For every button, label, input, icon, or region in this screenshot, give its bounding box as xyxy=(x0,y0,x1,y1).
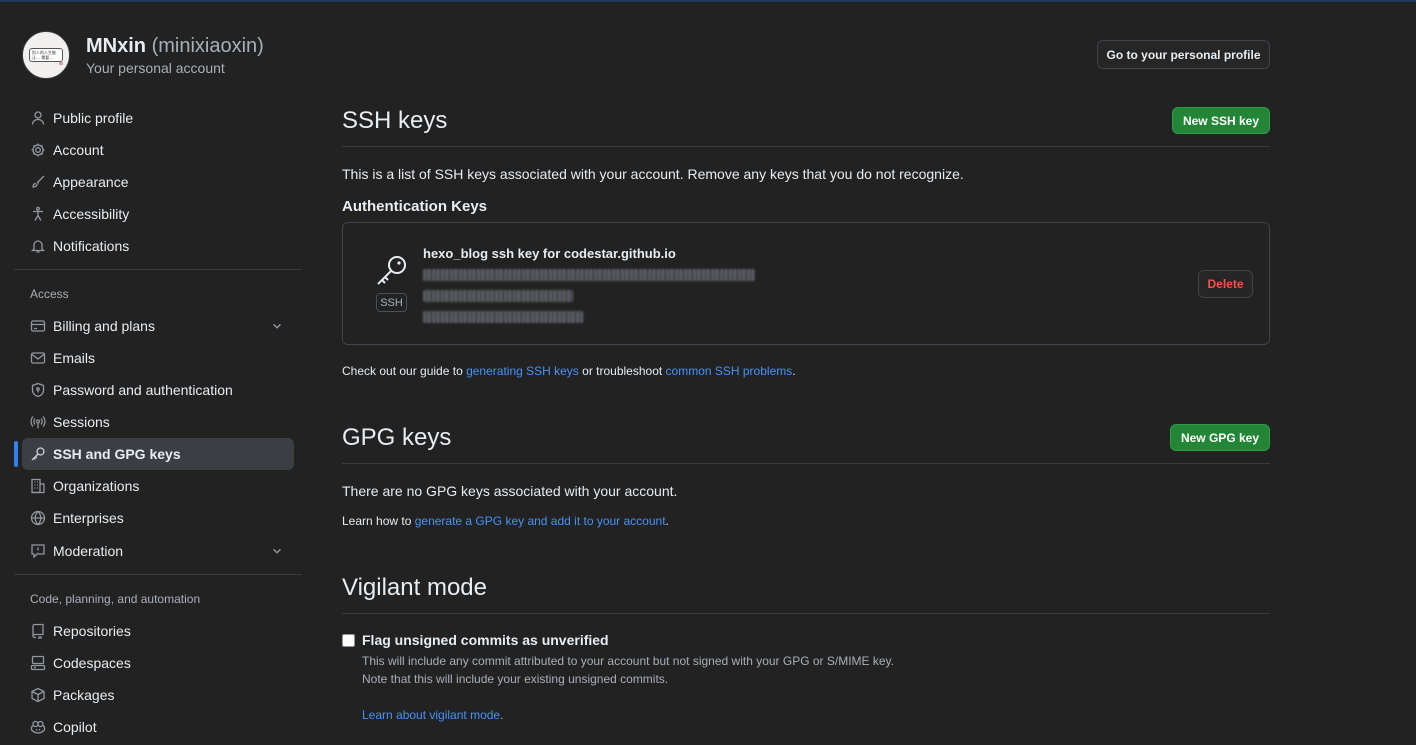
sidebar-item-copilot[interactable]: Copilot xyxy=(22,711,294,743)
avatar-text: 别人的人生能让… 需要… xyxy=(29,48,63,62)
ssh-badge: SSH xyxy=(376,293,407,312)
sidebar-item-label: Sessions xyxy=(53,414,110,430)
section-divider xyxy=(342,463,1270,464)
bell-icon xyxy=(30,238,46,254)
generating-ssh-keys-link[interactable]: generating SSH keys xyxy=(466,364,579,378)
sidebar-item-label: Billing and plans xyxy=(53,318,155,334)
sidebar-item-sessions[interactable]: Sessions xyxy=(22,406,294,438)
top-border xyxy=(0,0,1416,2)
ssh-key-title: hexo_blog ssh key for codestar.github.io xyxy=(423,246,676,261)
shield-lock-icon xyxy=(30,382,46,398)
sidebar-item-appearance[interactable]: Appearance xyxy=(22,166,294,198)
copilot-icon xyxy=(30,719,46,735)
ssh-guide-text: Check out our guide to generating SSH ke… xyxy=(342,364,796,378)
gear-icon xyxy=(30,142,46,158)
organization-icon xyxy=(30,478,46,494)
new-ssh-key-button[interactable]: New SSH key xyxy=(1172,107,1270,134)
auth-keys-heading: Authentication Keys xyxy=(342,198,488,215)
vigilant-note-1: This will include any commit attributed … xyxy=(362,654,895,668)
login-name: (minixiaoxin) xyxy=(151,35,264,57)
sidebar-item-accessibility[interactable]: Accessibility xyxy=(22,198,294,230)
ssh-key-item: SSH hexo_blog ssh key for codestar.githu… xyxy=(342,222,1270,345)
report-icon xyxy=(30,543,46,559)
section-divider xyxy=(342,613,1270,614)
sidebar-item-account[interactable]: Account xyxy=(22,134,294,166)
sidebar-group-code: Code, planning, and automation xyxy=(30,592,201,606)
sidebar-item-label: Account xyxy=(53,142,104,158)
flag-unsigned-checkbox[interactable] xyxy=(342,634,355,647)
gpg-empty-text: There are no GPG keys associated with yo… xyxy=(342,483,678,499)
generate-gpg-key-link[interactable]: generate a GPG key and add it to your ac… xyxy=(415,514,666,528)
sidebar-item-public-profile[interactable]: Public profile xyxy=(22,102,294,134)
sidebar-item-packages[interactable]: Packages xyxy=(22,679,294,711)
learn-vigilant-mode-link[interactable]: Learn about vigilant mode xyxy=(362,708,500,722)
sidebar-item-repositories[interactable]: Repositories xyxy=(22,615,294,647)
sidebar-item-label: Password and authentication xyxy=(53,382,233,398)
key-icon xyxy=(30,446,46,462)
sidebar-item-label: Moderation xyxy=(53,543,124,559)
sidebar-item-label: Appearance xyxy=(53,174,129,190)
chevron-down-icon[interactable] xyxy=(270,544,284,558)
package-icon xyxy=(30,687,46,703)
sidebar-item-label: SSH and GPG keys xyxy=(53,446,181,462)
profile-name: MNxin (minixiaoxin) xyxy=(86,35,264,58)
person-icon xyxy=(30,110,46,126)
go-to-profile-button[interactable]: Go to your personal profile xyxy=(1097,40,1270,69)
sidebar-item-moderation[interactable]: Moderation xyxy=(22,535,294,567)
profile-subtitle: Your personal account xyxy=(86,60,225,76)
sidebar-item-ssh-gpg-keys[interactable]: SSH and GPG keys xyxy=(22,438,294,470)
repo-icon xyxy=(30,623,46,639)
sidebar-item-label: Packages xyxy=(53,687,115,703)
key-icon xyxy=(377,256,406,285)
ssh-keys-title: SSH keys xyxy=(342,107,448,134)
vigilant-mode-title: Vigilant mode xyxy=(342,574,487,601)
sidebar-divider xyxy=(14,269,302,270)
flag-unsigned-label[interactable]: Flag unsigned commits as unverified xyxy=(362,632,609,648)
key-last-used-blurred xyxy=(423,311,583,323)
sidebar-item-label: Accessibility xyxy=(53,206,130,222)
sidebar-item-label: Public profile xyxy=(53,110,134,126)
key-added-date-blurred xyxy=(423,290,573,302)
sidebar-item-label: Repositories xyxy=(53,623,131,639)
sidebar-item-emails[interactable]: Emails xyxy=(22,342,294,374)
sidebar-item-label: Enterprises xyxy=(53,510,124,526)
gpg-keys-title: GPG keys xyxy=(342,424,452,451)
broadcast-icon xyxy=(30,414,46,430)
vigilant-note-2: Note that this will include your existin… xyxy=(362,672,669,686)
mail-icon xyxy=(30,350,46,366)
sidebar-group-access: Access xyxy=(30,287,69,301)
sidebar-item-notifications[interactable]: Notifications xyxy=(22,230,294,262)
delete-ssh-key-button[interactable]: Delete xyxy=(1198,270,1253,298)
credit-card-icon xyxy=(30,318,46,334)
codespaces-icon xyxy=(30,655,46,671)
active-indicator xyxy=(14,441,18,467)
display-name: MNxin xyxy=(86,35,146,57)
sidebar-item-codespaces[interactable]: Codespaces xyxy=(22,647,294,679)
sidebar-item-label: Notifications xyxy=(53,238,130,254)
common-ssh-problems-link[interactable]: common SSH problems xyxy=(666,364,793,378)
section-divider xyxy=(342,146,1270,147)
sidebar-item-label: Organizations xyxy=(53,478,140,494)
avatar[interactable]: 别人的人生能让… 需要… xyxy=(22,31,70,79)
sidebar-item-enterprises[interactable]: Enterprises xyxy=(22,502,294,534)
ssh-description: This is a list of SSH keys associated wi… xyxy=(342,166,964,182)
sidebar-item-billing[interactable]: Billing and plans xyxy=(22,310,294,342)
globe-icon xyxy=(30,510,46,526)
sidebar-divider xyxy=(14,574,302,575)
gpg-learn-text: Learn how to generate a GPG key and add … xyxy=(342,514,669,528)
key-fingerprint-blurred xyxy=(423,269,755,281)
sidebar-item-label: Emails xyxy=(53,350,96,366)
sidebar-item-organizations[interactable]: Organizations xyxy=(22,470,294,502)
vigilant-learn-text: Learn about vigilant mode. xyxy=(362,708,504,722)
new-gpg-key-button[interactable]: New GPG key xyxy=(1170,424,1270,451)
chevron-down-icon[interactable] xyxy=(270,319,284,333)
sidebar-item-label: Codespaces xyxy=(53,655,131,671)
accessibility-icon xyxy=(30,206,46,222)
paintbrush-icon xyxy=(30,174,46,190)
sidebar-item-label: Copilot xyxy=(53,719,97,735)
sidebar-item-password[interactable]: Password and authentication xyxy=(22,374,294,406)
